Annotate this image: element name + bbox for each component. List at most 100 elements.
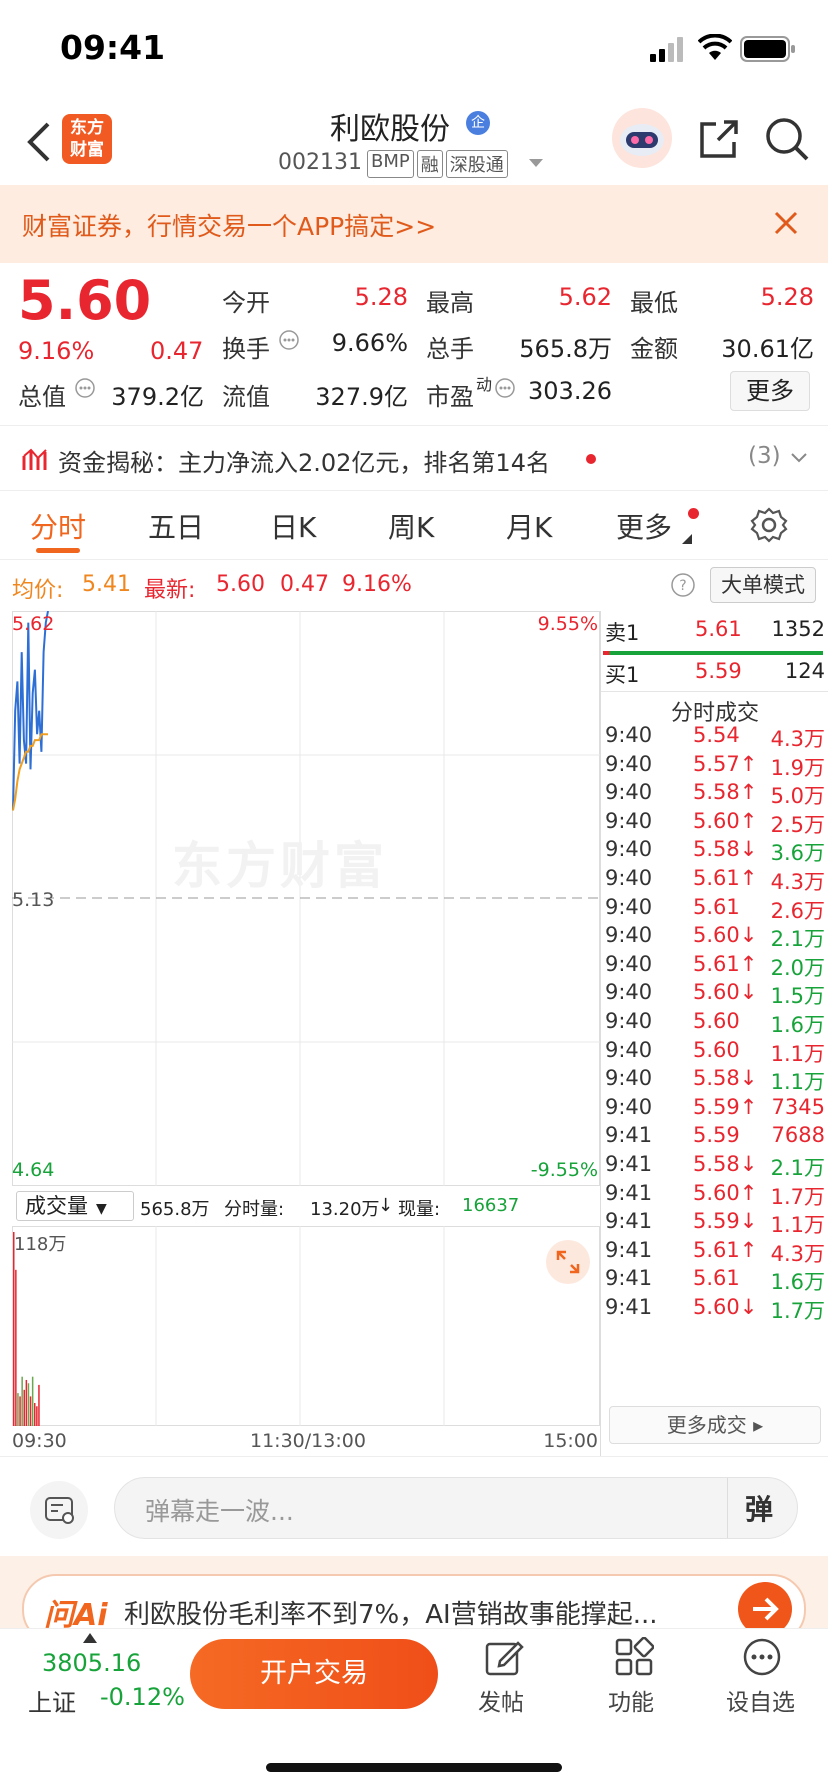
chart-mid-label: 5.13 bbox=[12, 889, 55, 911]
trade-volume: 4.3万 bbox=[770, 870, 825, 894]
volume-bar bbox=[13, 1232, 15, 1426]
function-grid-icon[interactable] bbox=[614, 1637, 654, 1677]
wifi-icon bbox=[698, 34, 732, 60]
search-icon[interactable] bbox=[764, 116, 810, 162]
current-price: 5.60 bbox=[18, 269, 152, 332]
float-label: 流值 bbox=[222, 383, 270, 411]
danmu-list-button[interactable] bbox=[30, 1481, 88, 1539]
volume-bar bbox=[25, 1379, 28, 1426]
volume-frame bbox=[12, 1226, 600, 1426]
back-icon[interactable] bbox=[26, 122, 52, 162]
promo-banner[interactable]: 财富证券，行情交易一个APP搞定>> bbox=[0, 185, 828, 263]
settings-gear-icon[interactable] bbox=[750, 506, 788, 544]
change-amount: 0.47 bbox=[150, 337, 204, 365]
now-value: 16637 bbox=[462, 1195, 520, 1216]
sell-1-label: 卖1 bbox=[605, 621, 640, 645]
tab-fenshi[interactable]: 分时 bbox=[30, 506, 86, 546]
home-indicator bbox=[266, 1763, 562, 1772]
trade-price: 5.58↑ bbox=[693, 780, 758, 805]
trade-price: 5.60↓ bbox=[693, 980, 758, 1005]
trade-volume: 2.1万 bbox=[770, 1156, 825, 1180]
trade-volume: 2.0万 bbox=[770, 955, 825, 980]
trade-time: 9:40 bbox=[605, 837, 653, 862]
trade-time: 9:40 bbox=[605, 1094, 653, 1119]
trade-time: 9:40 bbox=[605, 866, 653, 890]
tab-month-k[interactable]: 月K bbox=[506, 506, 552, 546]
expand-button[interactable] bbox=[546, 1240, 590, 1284]
close-icon[interactable] bbox=[774, 211, 798, 235]
dropdown-icon[interactable] bbox=[528, 158, 544, 168]
trade-row: 9:40 5.60↓ 1.5万 bbox=[605, 980, 825, 1012]
trade-price: 5.57↑ bbox=[693, 751, 758, 776]
trade-row: 9:40 5.54 4.3万 bbox=[605, 723, 825, 755]
intraday-chart[interactable]: 东方财富 5.62 9.55% 5.13 4.64 -9.55% bbox=[12, 611, 600, 1186]
info-dots-icon[interactable] bbox=[74, 377, 96, 399]
fund-flow-row[interactable]: 资金揭秘：主力净流入2.02亿元，排名第14名 (3) bbox=[0, 425, 828, 491]
volume-chart[interactable]: 118万 bbox=[12, 1226, 600, 1426]
info-dots-icon[interactable] bbox=[278, 329, 300, 351]
index-value[interactable]: 3805.16 bbox=[42, 1649, 141, 1677]
index-name[interactable]: 上证 bbox=[28, 1683, 76, 1718]
avg-value: 5.41 bbox=[82, 572, 131, 597]
notification-dot bbox=[688, 508, 699, 519]
index-change[interactable]: -0.12% bbox=[100, 1683, 185, 1711]
quote-panel: 5.60 9.16% 0.47 今开 5.28 最高 5.62 最低 5.28 … bbox=[0, 263, 828, 423]
more-trades-button[interactable]: 更多成交 ▸ bbox=[609, 1406, 821, 1444]
open-account-button[interactable]: 开户交易 bbox=[190, 1639, 438, 1709]
stock-tags: BMP 融 深股通 bbox=[367, 150, 508, 178]
watchlist-label[interactable]: 设自选 bbox=[726, 1683, 795, 1717]
volume-bar bbox=[36, 1406, 38, 1426]
share-icon[interactable] bbox=[698, 118, 740, 160]
chevron-down-icon[interactable] bbox=[790, 452, 808, 464]
more-button[interactable]: 更多 bbox=[730, 371, 810, 411]
trade-row: 9:40 5.61↑ 4.3万 bbox=[605, 866, 825, 898]
tab-more[interactable]: 更多 bbox=[616, 506, 672, 546]
trade-volume: 2.1万 bbox=[770, 927, 825, 952]
danmu-toggle-button[interactable]: 弹 bbox=[745, 1488, 773, 1528]
sell-1-row: 卖1 5.61 1352 bbox=[605, 617, 825, 649]
notification-dot bbox=[586, 454, 596, 464]
buy-1-row: 买1 5.59 124 bbox=[605, 659, 825, 691]
mktcap-label: 总值 bbox=[18, 383, 66, 411]
status-bar: 09:41 bbox=[0, 0, 828, 100]
ai-robot-avatar[interactable] bbox=[612, 108, 672, 168]
add-watchlist-icon[interactable] bbox=[742, 1637, 782, 1677]
tab-underline bbox=[36, 548, 80, 553]
high-label: 最高 bbox=[426, 289, 474, 317]
trade-time: 9:40 bbox=[605, 1009, 653, 1033]
edit-post-icon[interactable] bbox=[484, 1637, 524, 1677]
latest-change: 0.47 bbox=[280, 572, 329, 597]
trade-volume: 2.6万 bbox=[770, 898, 825, 923]
expand-icon bbox=[556, 1250, 580, 1274]
low-label: 最低 bbox=[630, 289, 678, 317]
volume-bar bbox=[31, 1376, 34, 1426]
trade-row: 9:41 5.60↓ 1.7万 bbox=[605, 1295, 825, 1327]
chart-top-right: 9.55% bbox=[537, 613, 598, 635]
indicator-select[interactable]: 成交量 ▼ bbox=[16, 1191, 134, 1221]
tab-day-k[interactable]: 日K bbox=[270, 506, 316, 546]
fund-flow-text: 资金揭秘：主力净流入2.02亿元，排名第14名 bbox=[58, 449, 550, 477]
help-icon[interactable]: ? bbox=[670, 572, 696, 598]
fenshi-value: 13.20万 bbox=[310, 1199, 380, 1220]
down-arrow: ↓ bbox=[378, 1195, 394, 1216]
danmu-input[interactable]: 弹幕走一波... 弹 bbox=[114, 1477, 798, 1539]
trade-row: 9:40 5.61 2.6万 bbox=[605, 895, 825, 927]
chart-top-left: 5.62 bbox=[12, 613, 55, 635]
big-order-mode-button[interactable]: 大单模式 bbox=[710, 567, 816, 603]
buy-1-price: 5.59 bbox=[695, 659, 742, 683]
open-label: 今开 bbox=[222, 289, 270, 317]
trade-time: 9:40 bbox=[605, 1037, 653, 1062]
latest-pct: 9.16% bbox=[342, 572, 412, 597]
function-label[interactable]: 功能 bbox=[608, 1683, 654, 1717]
post-label[interactable]: 发帖 bbox=[478, 1683, 524, 1717]
trade-volume: 1.1万 bbox=[770, 1041, 825, 1066]
trade-row: 9:41 5.61↑ 4.3万 bbox=[605, 1238, 825, 1270]
open-value: 5.28 bbox=[354, 283, 408, 311]
low-value: 5.28 bbox=[760, 283, 814, 311]
tab-five-day[interactable]: 五日 bbox=[148, 506, 204, 546]
trade-row: 9:40 5.60↓ 2.1万 bbox=[605, 923, 825, 955]
tab-week-k[interactable]: 周K bbox=[388, 506, 434, 546]
trade-time: 9:41 bbox=[605, 1152, 653, 1176]
volume-total: 565.8万 bbox=[140, 1199, 210, 1220]
trade-price: 5.60↓ bbox=[693, 923, 758, 948]
